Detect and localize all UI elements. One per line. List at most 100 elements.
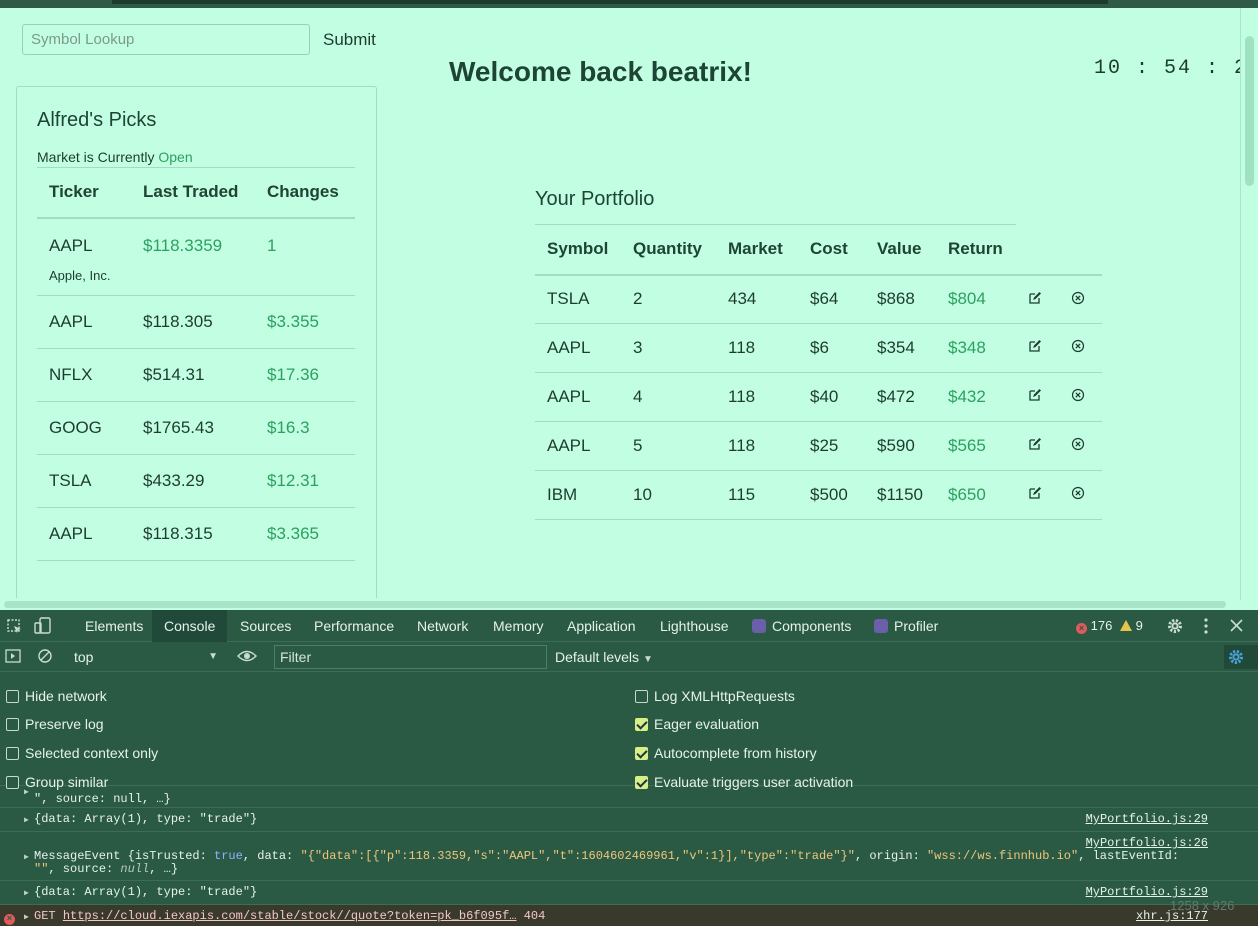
expand-icon: ▶ <box>24 816 29 825</box>
tab-profiler[interactable]: Profiler <box>862 610 950 642</box>
delete-icon[interactable] <box>1071 436 1085 456</box>
cost-cell: $500 <box>798 470 865 520</box>
tab-components[interactable]: Components <box>740 610 863 642</box>
tab-application[interactable]: Application <box>555 610 648 642</box>
devtools-panel: Elements Console Sources Performance Net… <box>0 610 1258 926</box>
tab-lighthouse[interactable]: Lighthouse <box>648 610 741 642</box>
log-xhr-checkbox[interactable]: Log XMLHttpRequests <box>635 686 795 706</box>
console-message[interactable]: ▶ {data: Array(1), type: "trade"} MyPort… <box>0 881 1258 905</box>
source-link[interactable]: MyPortfolio.js:26 <box>1086 836 1208 850</box>
device-toolbar-icon[interactable] <box>34 617 52 640</box>
market-cell: 118 <box>716 372 798 422</box>
tab-network[interactable]: Network <box>405 610 480 642</box>
table-row[interactable]: AAPL 4 118 $40 $472 $432 <box>535 372 1102 422</box>
value-cell: $590 <box>865 421 936 471</box>
edit-icon[interactable] <box>1028 338 1042 358</box>
table-row[interactable]: AAPL $118.305 $3.355 <box>37 295 355 349</box>
source-link[interactable]: MyPortfolio.js:29 <box>1086 812 1208 826</box>
console-message[interactable]: ▶ ", source: null, …} <box>0 786 1258 808</box>
price-cell: $118.3359 <box>131 217 255 296</box>
selected-context-checkbox[interactable]: Selected context only <box>6 743 158 763</box>
issue-counts[interactable]: × 176 9 <box>1076 618 1143 634</box>
vertical-scrollbar[interactable] <box>1240 8 1258 600</box>
edit-icon[interactable] <box>1028 436 1042 456</box>
price-cell: $1765.43 <box>131 401 255 455</box>
tab-sources[interactable]: Sources <box>228 610 303 642</box>
change-cell: $17.36 <box>255 348 355 402</box>
hide-network-checkbox[interactable]: Hide network <box>6 686 107 706</box>
cost-cell: $25 <box>798 421 865 471</box>
react-icon <box>752 619 766 633</box>
preserve-log-checkbox[interactable]: Preserve log <box>6 714 104 734</box>
cost-cell: $6 <box>798 323 865 373</box>
tab-performance[interactable]: Performance <box>302 610 406 642</box>
edit-icon[interactable] <box>1028 290 1042 310</box>
symbol-lookup-input[interactable] <box>22 24 310 55</box>
table-row[interactable]: AAPL 3 118 $6 $354 $348 <box>535 323 1102 373</box>
picks-card: Alfred's Picks Market is Currently Open … <box>16 86 377 606</box>
inspect-element-icon[interactable] <box>6 618 24 641</box>
table-row[interactable]: TSLA 2 434 $64 $868 $804 <box>535 274 1102 324</box>
column-header-quantity: Quantity <box>621 224 716 276</box>
autocomplete-checkbox[interactable]: Autocomplete from history <box>635 743 817 763</box>
delete-icon[interactable] <box>1071 290 1085 310</box>
table-row[interactable]: GOOG $1765.43 $16.3 <box>37 401 355 455</box>
source-link[interactable]: MyPortfolio.js:29 <box>1086 885 1208 899</box>
tab-memory[interactable]: Memory <box>481 610 556 642</box>
expand-icon: ▶ <box>24 853 29 862</box>
change-cell: $3.365 <box>255 507 355 561</box>
console-message[interactable]: ▶ MyPortfolio.js:26 MessageEvent {isTrus… <box>0 832 1258 881</box>
column-header-market: Market <box>716 224 798 276</box>
ticker-cell: AAPL Apple, Inc. <box>37 217 131 296</box>
table-row[interactable]: AAPL 5 118 $25 $590 $565 <box>535 421 1102 471</box>
return-cell: $432 <box>936 372 1016 422</box>
filter-input[interactable] <box>274 645 547 669</box>
more-options-icon[interactable] <box>1199 617 1213 640</box>
price-cell: $118.315 <box>131 507 255 561</box>
quantity-cell: 4 <box>621 372 716 422</box>
horizontal-scrollbar[interactable] <box>0 598 1240 610</box>
submit-button[interactable]: Submit <box>318 26 381 54</box>
tab-console[interactable]: Console <box>152 610 228 642</box>
picks-table: Ticker Last Traded Changes AAPL Apple, I… <box>37 167 355 561</box>
column-header-last-traded: Last Traded <box>131 167 255 219</box>
console-error[interactable]: × ▶ GET https://cloud.iexapis.com/stable… <box>0 905 1258 926</box>
edit-cell <box>1016 274 1059 324</box>
welcome-heading: Welcome back beatrix! <box>449 56 752 87</box>
table-row[interactable]: AAPL Apple, Inc. $118.3359 1 <box>37 217 355 296</box>
eager-evaluation-checkbox[interactable]: Eager evaluation <box>635 714 759 734</box>
column-header-changes: Changes <box>255 167 355 219</box>
market-cell: 115 <box>716 470 798 520</box>
clear-console-icon[interactable] <box>37 648 53 669</box>
context-select[interactable]: top ▼ <box>66 645 222 669</box>
delete-icon[interactable] <box>1071 338 1085 358</box>
delete-cell <box>1059 470 1102 520</box>
market-cell: 434 <box>716 274 798 324</box>
tab-elements[interactable]: Elements <box>73 610 155 642</box>
column-header-value: Value <box>865 224 936 276</box>
settings-gear-icon[interactable] <box>1166 617 1184 640</box>
table-row[interactable]: TSLA $433.29 $12.31 <box>37 454 355 508</box>
delete-cell <box>1059 323 1102 373</box>
console-settings-button[interactable] <box>1224 645 1258 669</box>
quantity-cell: 5 <box>621 421 716 471</box>
close-icon[interactable] <box>1229 618 1244 638</box>
eye-icon[interactable] <box>237 649 257 668</box>
ticker-cell: AAPL <box>37 295 131 349</box>
sidebar-toggle-icon[interactable] <box>5 648 21 669</box>
delete-icon[interactable] <box>1071 387 1085 407</box>
console-message[interactable]: ▶ {data: Array(1), type: "trade"} MyPort… <box>0 808 1258 832</box>
market-cell: 118 <box>716 323 798 373</box>
edit-icon[interactable] <box>1028 485 1042 505</box>
ticker-cell: NFLX <box>37 348 131 402</box>
table-row[interactable]: IBM 10 115 $500 $1150 $650 <box>535 470 1102 520</box>
table-row[interactable]: AAPL $118.315 $3.365 <box>37 507 355 561</box>
delete-icon[interactable] <box>1071 485 1085 505</box>
column-header-delete <box>1059 224 1102 276</box>
log-levels-dropdown[interactable]: Default levels ▼ <box>555 645 653 669</box>
change-cell: $12.31 <box>255 454 355 508</box>
error-url-link[interactable]: https://cloud.iexapis.com/stable/stock//… <box>63 909 517 923</box>
table-row[interactable]: NFLX $514.31 $17.36 <box>37 348 355 402</box>
value-cell: $472 <box>865 372 936 422</box>
edit-icon[interactable] <box>1028 387 1042 407</box>
